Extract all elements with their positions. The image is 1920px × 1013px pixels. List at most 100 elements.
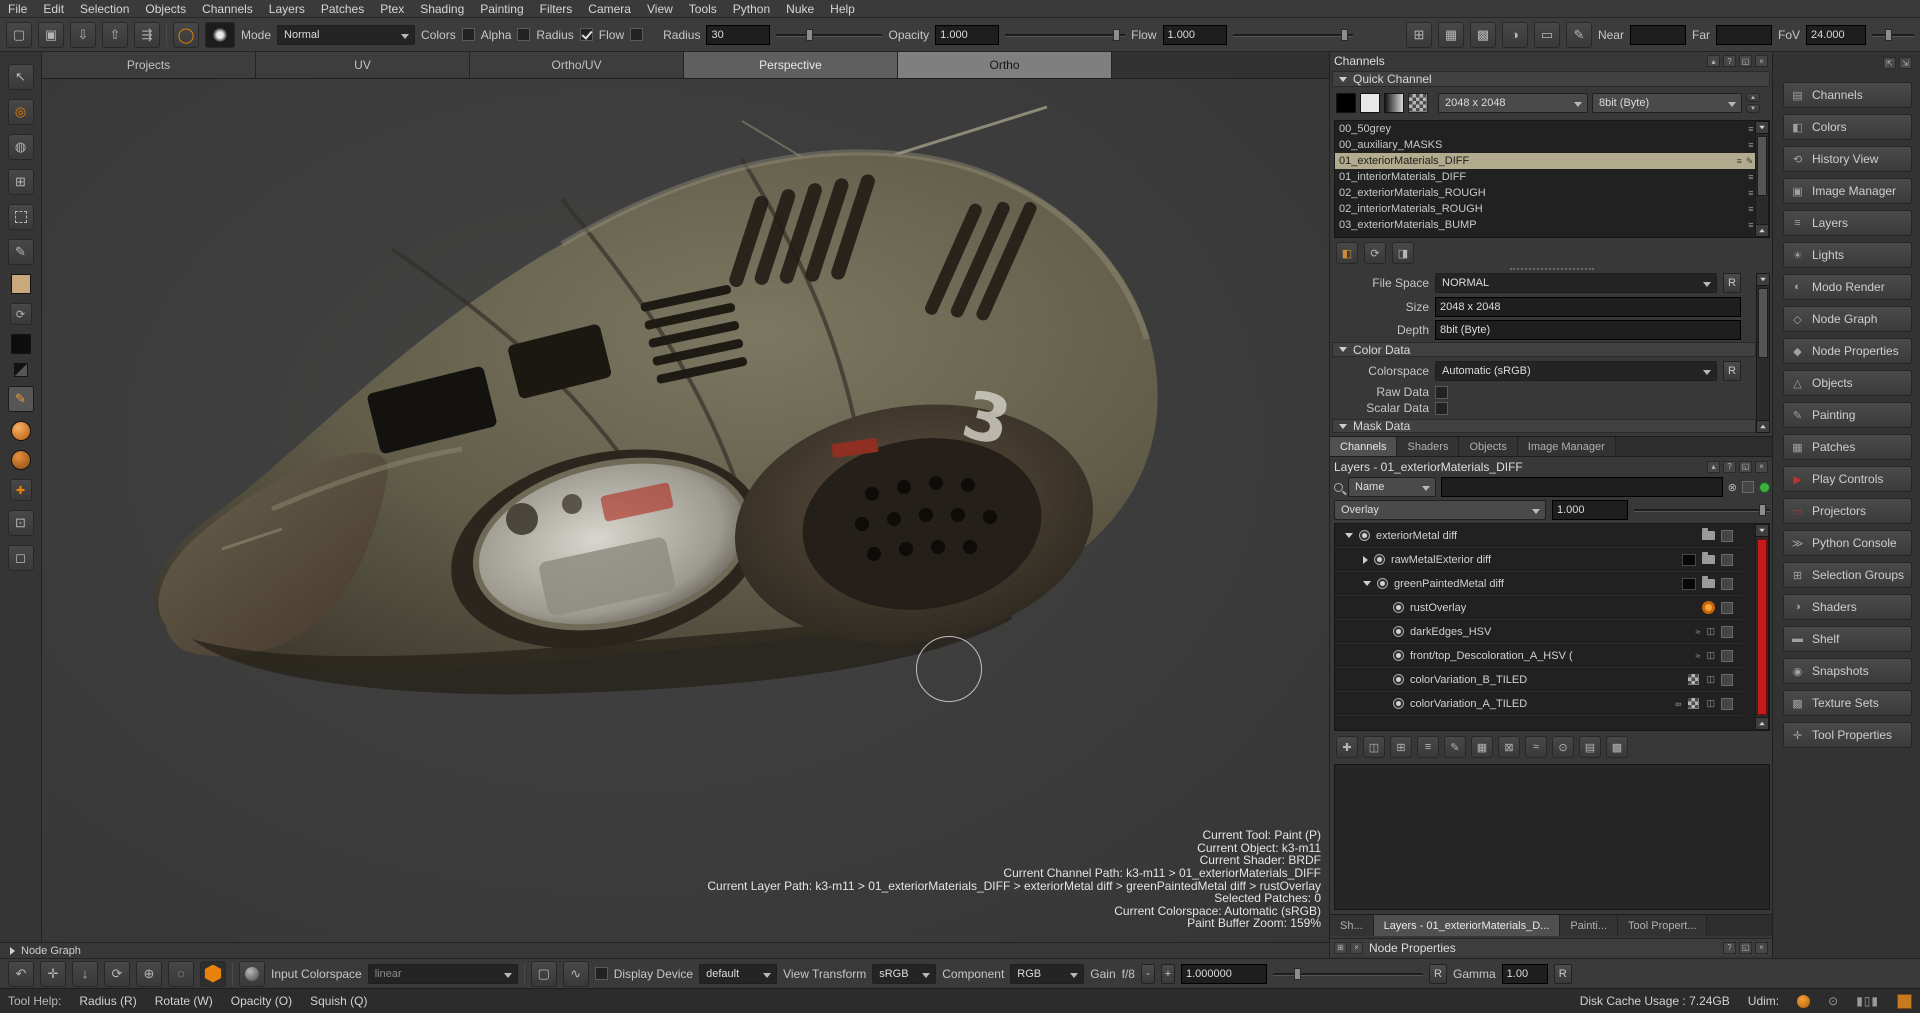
palette-button-image-manager[interactable]: ▣Image Manager — [1783, 178, 1912, 204]
blend-amount-slider[interactable] — [1634, 500, 1770, 520]
visibility-icon[interactable] — [1374, 554, 1385, 565]
dock-right-icon[interactable]: ⇲ — [1899, 57, 1912, 69]
undo-icon[interactable]: ↶ — [8, 961, 34, 987]
paint-mode-dropdown[interactable]: Normal — [277, 25, 415, 45]
shader-sphere-icon[interactable] — [11, 421, 31, 441]
channel-row[interactable]: 00_auxiliary_MASKS ≡⊙ — [1335, 137, 1769, 153]
menu-layers[interactable]: Layers — [261, 1, 313, 17]
cache-layer-icon[interactable]: ⊙ — [1552, 736, 1574, 758]
color-data-header[interactable]: Color Data — [1332, 342, 1756, 357]
layer-grid-icon[interactable]: ▩ — [1606, 736, 1628, 758]
add-group-icon[interactable]: ⊞ — [1390, 736, 1412, 758]
palette-button-projectors[interactable]: ▭Projectors — [1783, 498, 1912, 524]
layer-options-icon[interactable] — [1721, 650, 1733, 662]
palette-button-painting[interactable]: ✎Painting — [1783, 402, 1912, 428]
dock-left-icon[interactable]: ⇱ — [1883, 57, 1896, 69]
checker-toggle-icon[interactable]: ▩ — [1470, 22, 1496, 48]
clear-search-icon[interactable]: ⊗ — [1728, 481, 1737, 494]
palette-button-shaders[interactable]: ◑Shaders — [1783, 594, 1912, 620]
add-procedural-icon[interactable]: ▦ — [1471, 736, 1493, 758]
layer-options-icon[interactable] — [1721, 698, 1733, 710]
mari-logo-button[interactable] — [200, 961, 226, 987]
duplicate-layer-icon[interactable]: ◫ — [1363, 736, 1385, 758]
channel-list-scrollbar[interactable] — [1755, 121, 1769, 237]
tab-perspective[interactable]: Perspective — [684, 52, 898, 78]
file-space-reset-button[interactable]: R — [1723, 273, 1741, 293]
blend-mode-dropdown[interactable]: Overlay — [1334, 500, 1546, 520]
marquee-select-tool-icon[interactable] — [8, 204, 34, 230]
rotate-icon[interactable]: ⟳ — [104, 961, 130, 987]
gradient-swatch[interactable] — [1384, 93, 1404, 113]
menu-filters[interactable]: Filters — [532, 1, 581, 17]
palette-button-selection-groups[interactable]: ⊞Selection Groups — [1783, 562, 1912, 588]
layer-row[interactable]: greenPaintedMetal diff — [1335, 572, 1743, 596]
tab-shaders[interactable]: Shaders — [1397, 437, 1459, 456]
gain-plus-button[interactable]: + — [1161, 964, 1175, 984]
lut-checkbox[interactable] — [595, 967, 608, 980]
palette-button-texture-sets[interactable]: ▩Texture Sets — [1783, 690, 1912, 716]
collapse-icon[interactable]: ▴ — [1707, 55, 1720, 67]
palette-button-play-controls[interactable]: ▶Play Controls — [1783, 466, 1912, 492]
layer-row[interactable]: exteriorMetal diff — [1335, 524, 1743, 548]
collapse-icon[interactable]: ▴ — [1707, 461, 1720, 473]
remove-layer-icon[interactable]: ▤ — [1579, 736, 1601, 758]
sync-channel-icon[interactable]: ⟳ — [1364, 242, 1386, 264]
file-space-dropdown[interactable]: NORMAL — [1435, 273, 1717, 293]
palette-button-layers[interactable]: ≡Layers — [1783, 210, 1912, 236]
filter-enabled-icon[interactable] — [1759, 482, 1770, 493]
float-icon[interactable]: ◱ — [1739, 55, 1752, 67]
channel-row-selected[interactable]: 01_exteriorMaterials_DIFF ≡✎⊙ — [1335, 153, 1769, 169]
menu-file[interactable]: File — [0, 1, 35, 17]
palette-button-modo-render[interactable]: ◐Modo Render — [1783, 274, 1912, 300]
palette-button-objects[interactable]: △Objects — [1783, 370, 1912, 396]
opacity-slider[interactable] — [1005, 25, 1125, 45]
menu-channels[interactable]: Channels — [194, 1, 261, 17]
far-input[interactable] — [1716, 25, 1772, 45]
palette-button-lights[interactable]: ☀Lights — [1783, 242, 1912, 268]
help-icon[interactable]: ? — [1723, 55, 1736, 67]
radius-slider[interactable] — [776, 25, 882, 45]
palette-button-snapshots[interactable]: ◉Snapshots — [1783, 658, 1912, 684]
flow-input[interactable] — [1163, 25, 1227, 45]
menu-edit[interactable]: Edit — [35, 1, 72, 17]
checker-swatch[interactable] — [1408, 93, 1428, 113]
close-icon[interactable]: × — [1755, 55, 1768, 67]
blend-amount-input[interactable] — [1552, 500, 1628, 520]
visibility-icon[interactable] — [1393, 698, 1404, 709]
palette-button-channels[interactable]: ▤Channels — [1783, 82, 1912, 108]
tab-tool-properties-collapsed[interactable]: Tool Propert... — [1618, 915, 1707, 936]
channel-row[interactable]: 02_interiorMaterials_ROUGH ≡⊙ — [1335, 201, 1769, 217]
palette-button-tool-properties[interactable]: ✛Tool Properties — [1783, 722, 1912, 748]
viewport-canvas[interactable]: 3 Current Tool: Paint (P) Current Object… — [42, 79, 1329, 942]
lighting-sphere-icon[interactable] — [11, 450, 31, 470]
mini-color-swatch[interactable] — [14, 363, 28, 377]
colorspace-dropdown[interactable]: Automatic (sRGB) — [1435, 361, 1717, 381]
shadow-toggle-icon[interactable]: ▦ — [1438, 22, 1464, 48]
layer-search-input[interactable] — [1441, 477, 1723, 497]
close-icon[interactable]: × — [1755, 942, 1768, 954]
add-mask-icon[interactable]: ⊠ — [1498, 736, 1520, 758]
falloff-circle-icon[interactable]: ◌ — [168, 961, 194, 987]
tab-channels[interactable]: Channels — [1330, 437, 1397, 456]
component-dropdown[interactable]: RGB — [1010, 964, 1084, 984]
gizmo-icon[interactable]: ⊕ — [136, 961, 162, 987]
properties-scrollbar[interactable] — [1756, 273, 1770, 433]
snapshot-channel-icon[interactable]: ◧ — [1336, 242, 1358, 264]
menu-objects[interactable]: Objects — [137, 1, 194, 17]
uv-grid-icon[interactable]: ⊞ — [1406, 22, 1432, 48]
black-swatch[interactable] — [1336, 93, 1356, 113]
background-color-swatch[interactable] — [11, 334, 31, 354]
channel-row[interactable]: 01_interiorMaterials_DIFF ≡⊙ — [1335, 169, 1769, 185]
tab-image-manager[interactable]: Image Manager — [1518, 437, 1616, 456]
isolate-view-icon[interactable]: ◻ — [8, 545, 34, 571]
palette-button-colors[interactable]: ◧Colors — [1783, 114, 1912, 140]
layer-row[interactable]: rustOverlay — [1335, 596, 1743, 620]
close-icon[interactable]: × — [1350, 942, 1363, 954]
filter-icon[interactable] — [1742, 481, 1754, 493]
layer-row[interactable]: front/top_Descoloration_A_HSV ( ≈ ◫ — [1335, 644, 1743, 668]
near-input[interactable] — [1630, 25, 1686, 45]
menu-shading[interactable]: Shading — [412, 1, 472, 17]
swap-colors-icon[interactable]: ⟳ — [10, 303, 32, 325]
palette-button-node-graph[interactable]: ◇Node Graph — [1783, 306, 1912, 332]
layer-list-scrollbar[interactable] — [1755, 524, 1769, 730]
